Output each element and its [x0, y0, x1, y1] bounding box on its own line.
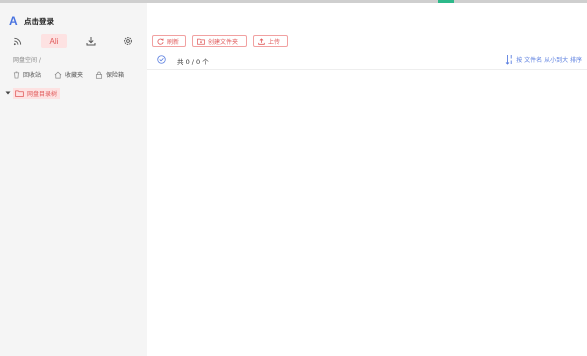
refresh-icon — [157, 37, 164, 45]
file-count: 共 0 / 0 个 — [177, 58, 209, 66]
login-label: 点击登录 — [24, 16, 54, 26]
folder-icon — [15, 89, 24, 97]
sidebar-nav: Ali — [0, 34, 147, 50]
tree-root-label: 网盘目录树 — [27, 90, 58, 98]
sidebar: A 点击登录 Ali 网盘空间 / 回收站 收藏夹 保险箱 网盘目录树 — [0, 3, 147, 356]
home-icon — [54, 71, 62, 78]
folder-tree: 网盘目录树 — [0, 87, 147, 99]
recycle-bin[interactable]: 回收站 — [13, 69, 41, 80]
upload-label: 上传 — [268, 38, 281, 46]
gear-icon[interactable] — [121, 34, 135, 48]
main-panel: 刷新 创建文件夹 上传 共 0 / 0 个 按 文件名 从小到大 排序 — [147, 3, 587, 356]
upload-button[interactable]: 上传 — [253, 35, 288, 47]
select-all-checkbox[interactable] — [157, 55, 166, 64]
rss-icon[interactable] — [10, 34, 24, 48]
sort-label: 按 文件名 从小到大 排序 — [516, 57, 582, 64]
login-button[interactable]: A 点击登录 — [9, 14, 54, 28]
app-logo: A — [9, 14, 18, 28]
upload-icon — [258, 37, 265, 45]
favorites-label: 收藏夹 — [65, 72, 84, 79]
recycle-bin-label: 回收站 — [23, 72, 42, 79]
favorites[interactable]: 收藏夹 — [54, 69, 83, 80]
safebox[interactable]: 保险箱 — [95, 69, 124, 80]
new-folder-button[interactable]: 创建文件夹 — [192, 35, 247, 47]
sort-button[interactable]: 按 文件名 从小到大 排序 — [505, 54, 582, 65]
refresh-label: 刷新 — [167, 38, 180, 46]
download-icon[interactable] — [84, 34, 98, 48]
refresh-button[interactable]: 刷新 — [152, 35, 186, 47]
sort-icon — [505, 55, 512, 65]
caret-down-icon[interactable] — [4, 90, 12, 96]
file-list-header: 共 0 / 0 个 按 文件名 从小到大 排序 — [147, 51, 587, 70]
trash-icon — [13, 71, 20, 78]
folder-add-icon — [197, 38, 205, 45]
breadcrumb: 网盘空间 / — [13, 57, 41, 64]
tab-ali[interactable]: Ali — [41, 34, 67, 48]
new-folder-label: 创建文件夹 — [208, 38, 239, 46]
safebox-label: 保险箱 — [106, 72, 125, 79]
tree-root-node[interactable]: 网盘目录树 — [13, 87, 61, 99]
lock-icon — [95, 71, 103, 79]
